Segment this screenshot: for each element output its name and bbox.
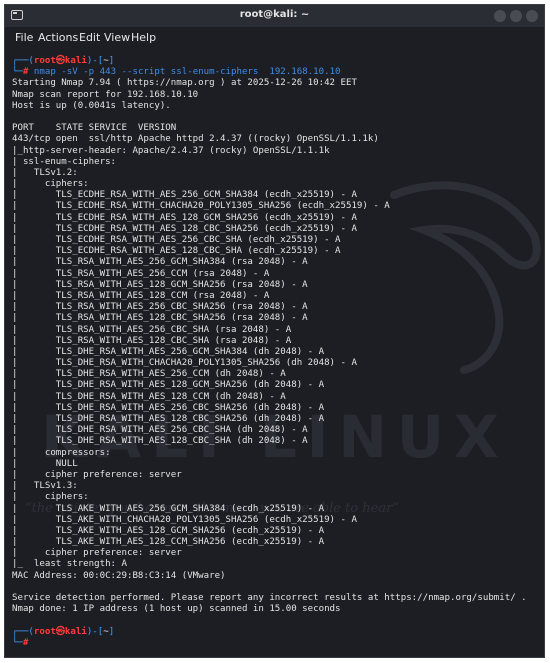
- prompt-bracket: ┌──(: [12, 626, 34, 637]
- output-line: 443/tcp open ssl/http Apache httpd 2.4.3…: [12, 134, 379, 145]
- menu-edit[interactable]: Edit: [79, 31, 100, 44]
- output-line: |_ least strength: A: [12, 559, 127, 570]
- prompt-line: ┌──(root㉿kali)-[~]: [12, 627, 538, 638]
- output-line: |_http-server-header: Apache/2.4.37 (roc…: [12, 145, 330, 156]
- menu-file[interactable]: File: [15, 31, 33, 44]
- output-line: Service detection performed. Please repo…: [12, 593, 527, 603]
- output-line: PORT STATE SERVICE VERSION: [12, 123, 177, 134]
- output-line: | TLS_RSA_WITH_AES_256_CBC_SHA (rsa 2048…: [12, 324, 292, 335]
- menu-view[interactable]: View: [104, 31, 130, 44]
- output-line: | TLS_DHE_RSA_WITH_AES_256_CCM (dh 2048)…: [12, 369, 286, 380]
- command-line[interactable]: └─# nmap -sV -p 443 --script ssl-enum-ci…: [12, 67, 538, 78]
- output-line: | TLS_DHE_RSA_WITH_CHACHA20_POLY1305_SHA…: [12, 358, 357, 369]
- prompt-bracket: ┌──(: [12, 56, 34, 66]
- output-line: | compressors:: [12, 447, 111, 458]
- output-line: | TLS_DHE_RSA_WITH_AES_128_CBC_SHA (dh 2…: [12, 436, 308, 447]
- prompt-host: kali: [64, 56, 87, 66]
- output-line: | ciphers:: [12, 179, 89, 190]
- output-line: | TLS_DHE_RSA_WITH_AES_128_CBC_SHA256 (d…: [12, 414, 325, 424]
- minimize-button[interactable]: [494, 10, 506, 22]
- output-line: | TLS_DHE_RSA_WITH_AES_256_GCM_SHA384 (d…: [12, 346, 325, 357]
- prompt-bracket: )-[: [86, 626, 104, 637]
- output-line: | TLS_ECDHE_RSA_WITH_AES_256_GCM_SHA384 …: [12, 190, 357, 201]
- command-line[interactable]: └─#: [12, 638, 538, 649]
- output-line: | TLS_ECDHE_RSA_WITH_AES_256_CBC_SHA (ec…: [12, 235, 341, 245]
- output-line: | TLS_RSA_WITH_AES_128_GCM_SHA256 (rsa 2…: [12, 279, 308, 290]
- output-line: | TLS_RSA_WITH_AES_256_GCM_SHA384 (rsa 2…: [12, 257, 308, 268]
- output-line: | TLS_RSA_WITH_AES_128_CBC_SHA256 (rsa 2…: [12, 313, 308, 324]
- maximize-button[interactable]: [510, 10, 522, 22]
- output-line: | cipher preference: server: [12, 469, 182, 480]
- output-line: | TLS_ECDHE_RSA_WITH_AES_128_GCM_SHA256 …: [12, 212, 357, 223]
- output-line: | ssl-enum-ciphers:: [12, 156, 117, 167]
- prompt-at-symbol: ㉿: [55, 56, 65, 66]
- output-line: MAC Address: 00:0C:29:B8:C3:14 (VMware): [12, 570, 226, 581]
- output-line: | TLS_RSA_WITH_AES_256_CBC_SHA256 (rsa 2…: [12, 302, 308, 313]
- output-line: | TLS_AKE_WITH_CHACHA20_POLY1305_SHA256 …: [12, 514, 357, 525]
- output-line: | TLSv1.3:: [12, 481, 78, 492]
- output-line: | TLS_RSA_WITH_AES_128_CCM (rsa 2048) - …: [12, 290, 270, 301]
- output-line: | TLS_RSA_WITH_AES_256_CCM (rsa 2048) - …: [12, 268, 270, 279]
- output-line: | TLS_ECDHE_RSA_WITH_AES_128_CBC_SHA256 …: [12, 223, 357, 234]
- prompt-line: ┌──(root㉿kali)-[~]: [12, 56, 538, 67]
- prompt-bracket: )-[: [86, 56, 104, 66]
- prompt-at-symbol: ㉿: [55, 626, 65, 637]
- output-line: | TLS_DHE_RSA_WITH_AES_256_CBC_SHA256 (d…: [12, 402, 325, 413]
- output-line: | ciphers:: [12, 492, 89, 503]
- output-line: Host is up (0.0041s latency).: [12, 100, 171, 111]
- output-line: | TLS_RSA_WITH_AES_128_CBC_SHA (rsa 2048…: [12, 335, 292, 346]
- output-line: | TLSv1.2:: [12, 167, 78, 178]
- output-line: Nmap done: 1 IP address (1 host up) scan…: [12, 604, 341, 615]
- prompt-user: root: [33, 56, 56, 66]
- output-line: | TLS_DHE_RSA_WITH_AES_128_GCM_SHA256 (d…: [12, 380, 325, 391]
- output-line: | TLS_DHE_RSA_WITH_AES_128_CCM (dh 2048)…: [12, 391, 286, 402]
- output-line: | cipher preference: server: [12, 548, 182, 559]
- prompt-host: kali: [64, 626, 87, 637]
- output-line: | TLS_AKE_WITH_AES_128_CCM_SHA256 (ecdh_…: [12, 537, 325, 548]
- window-title: root@kali: ~: [239, 9, 310, 20]
- terminal-output[interactable]: ┌──(root㉿kali)-[~] └─# nmap -sV -p 443 --…: [12, 56, 538, 649]
- menu-actions[interactable]: Actions: [38, 31, 78, 44]
- output-line: | TLS_DHE_RSA_WITH_AES_256_CBC_SHA (dh 2…: [12, 425, 308, 436]
- output-line: Nmap scan report for 192.168.10.10: [12, 89, 199, 100]
- prompt-user: root: [33, 626, 56, 637]
- output-line: Starting Nmap 7.94 ( https://nmap.org ) …: [12, 78, 357, 89]
- output-line: | TLS_ECDHE_RSA_WITH_CHACHA20_POLY1305_S…: [12, 201, 390, 212]
- command-text: nmap -sV -p 443 --script ssl-enum-cipher…: [33, 67, 341, 78]
- output-line: | TLS_AKE_WITH_AES_256_GCM_SHA384 (ecdh_…: [12, 503, 325, 514]
- title-bar[interactable]: root@kali: ~: [5, 5, 544, 27]
- prompt-bracket: └─: [12, 67, 23, 78]
- output-line: | NULL: [12, 458, 78, 469]
- prompt-bracket: └─: [12, 637, 23, 648]
- close-button[interactable]: [526, 10, 538, 22]
- prompt-bracket: ]: [108, 56, 115, 66]
- prompt-bracket: ]: [108, 626, 115, 637]
- output-line: | TLS_ECDHE_RSA_WITH_AES_128_CBC_SHA (ec…: [12, 246, 341, 257]
- menu-help[interactable]: Help: [131, 31, 156, 44]
- menu-bar: File Actions Edit View Help: [5, 27, 544, 47]
- terminal-window: root@kali: ~ File Actions Edit View Help…: [4, 4, 545, 658]
- output-line: | TLS_AKE_WITH_AES_128_GCM_SHA256 (ecdh_…: [12, 525, 325, 536]
